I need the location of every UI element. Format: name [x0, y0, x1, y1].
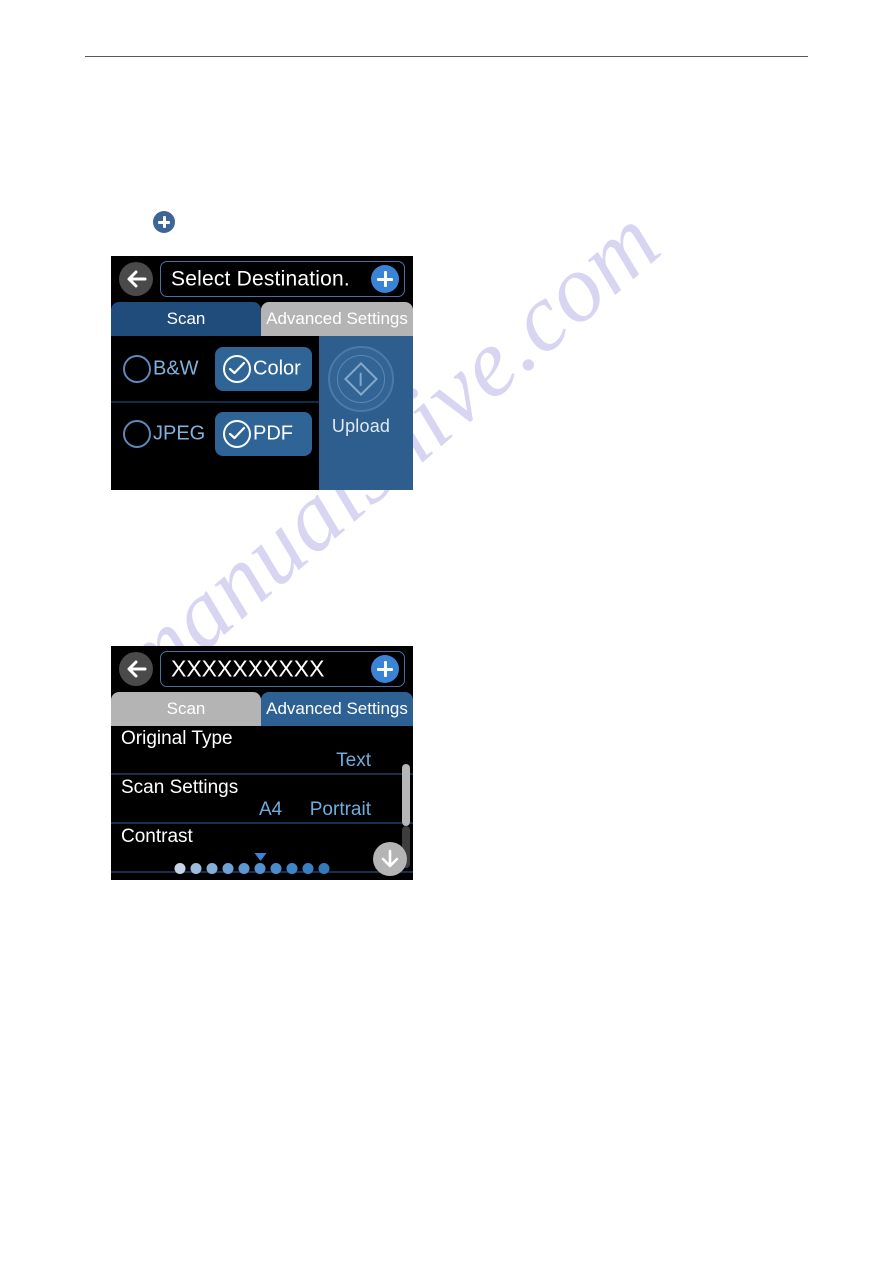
- setting-value: Text: [336, 750, 371, 771]
- file-format-row: JPEG PDF: [111, 401, 319, 466]
- check-circle-icon: [223, 354, 251, 383]
- check-circle-icon: [223, 419, 251, 448]
- scrollbar-thumb[interactable]: [402, 764, 410, 826]
- setting-row-original-type[interactable]: Original Type Text: [111, 726, 413, 775]
- setting-value-orientation: Portrait: [309, 799, 371, 820]
- setting-label: Original Type: [121, 728, 233, 749]
- scan-screen-body: B&W Color JPEG PDF Upload: [111, 336, 413, 490]
- page-indicator-marker: [254, 853, 267, 861]
- radio-empty-icon[interactable]: [123, 419, 151, 448]
- tab-scan[interactable]: Scan: [111, 302, 261, 336]
- setting-value-paper-size: A4: [259, 799, 283, 820]
- destination-field[interactable]: XXXXXXXXXX: [160, 651, 405, 687]
- destination-field-value: Select Destination.: [171, 267, 350, 291]
- setting-row-scan-settings[interactable]: Scan Settings A4 Portrait: [111, 775, 413, 824]
- radio-empty-icon[interactable]: [123, 354, 151, 383]
- scan-screen-titlebar: Select Destination.: [111, 256, 413, 302]
- destination-field[interactable]: Select Destination.: [160, 261, 405, 297]
- back-arrow-icon[interactable]: [119, 262, 153, 296]
- option-color-button[interactable]: Color: [215, 346, 312, 391]
- upload-button-label: Upload: [331, 416, 391, 436]
- back-arrow-icon[interactable]: [119, 652, 153, 686]
- advanced-screen-titlebar: XXXXXXXXXX: [111, 646, 413, 692]
- advanced-screen-tabs: Scan Advanced Settings: [111, 692, 413, 726]
- start-diamond-icon: [328, 346, 394, 412]
- page-indicator-dot: [254, 863, 266, 874]
- tab-advanced-settings[interactable]: Advanced Settings: [261, 692, 413, 726]
- option-bw-label[interactable]: B&W: [153, 357, 199, 380]
- page-indicator-dot: [286, 863, 298, 874]
- page-indicator-dot: [190, 863, 202, 874]
- scan-screen-screenshot: Select Destination. Scan Advanced Settin…: [111, 256, 413, 490]
- document-page: manualshive.com Select Destination. Scan…: [0, 0, 893, 1263]
- option-pdf-button[interactable]: PDF: [215, 411, 312, 456]
- tab-advanced-settings[interactable]: Advanced Settings: [261, 302, 413, 336]
- plus-circle-icon: [153, 211, 175, 233]
- page-indicator-dot: [222, 863, 234, 874]
- page-indicator-dot: [206, 863, 218, 874]
- page-indicator-dots: [174, 853, 330, 874]
- tab-scan[interactable]: Scan: [111, 692, 261, 726]
- add-destination-button[interactable]: [371, 265, 399, 293]
- upload-button[interactable]: Upload: [319, 346, 403, 437]
- advanced-settings-list: Original Type Text Scan Settings A4 Port…: [111, 726, 413, 880]
- page-indicator: [111, 853, 413, 875]
- option-jpeg-label[interactable]: JPEG: [153, 422, 205, 445]
- advanced-settings-screenshot: XXXXXXXXXX Scan Advanced Settings Origin…: [111, 646, 413, 880]
- header-divider: [85, 56, 808, 57]
- page-indicator-dot: [174, 863, 186, 874]
- page-indicator-dot: [238, 863, 250, 874]
- scan-options-panel: B&W Color JPEG PDF: [111, 336, 319, 490]
- option-color-label: Color: [253, 357, 301, 379]
- page-indicator-dot: [302, 863, 314, 874]
- setting-label: Scan Settings: [121, 777, 239, 798]
- page-indicator-dot: [318, 863, 330, 874]
- color-mode-row: B&W Color: [111, 336, 319, 403]
- setting-label: Contrast: [121, 826, 193, 847]
- destination-field-value: XXXXXXXXXX: [171, 655, 325, 682]
- scan-screen-tabs: Scan Advanced Settings: [111, 302, 413, 336]
- page-indicator-dot: [270, 863, 282, 874]
- add-destination-button[interactable]: [371, 655, 399, 683]
- down-arrow-icon[interactable]: [373, 842, 407, 876]
- option-pdf-label: PDF: [253, 422, 293, 444]
